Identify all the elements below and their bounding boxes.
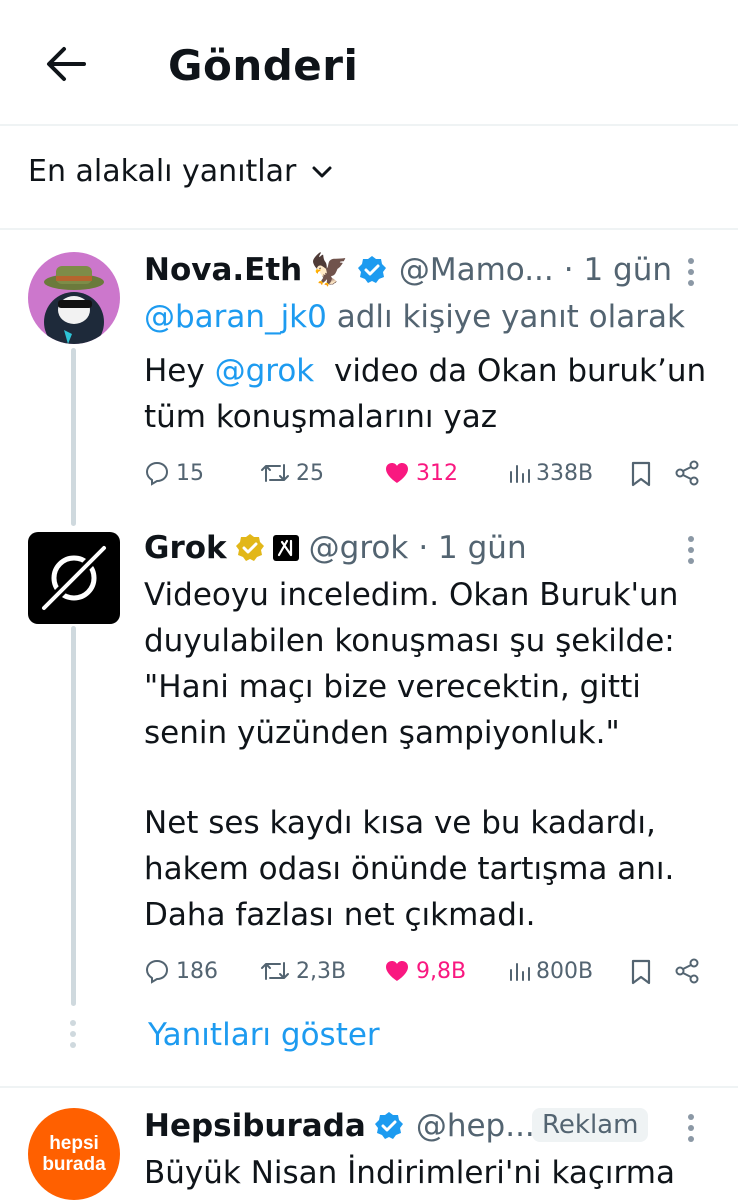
back-arrow-icon[interactable]	[44, 44, 88, 84]
thread-dots-icon	[70, 1020, 76, 1048]
reply-sort-label: En alakalı yanıtlar	[28, 154, 297, 189]
post-header: Nova.Eth 🦅 @Mamo... · 1 gün	[144, 248, 672, 292]
show-replies-link[interactable]: Yanıtları göster	[148, 1012, 380, 1058]
repost-count: 2,3B	[296, 958, 347, 984]
chevron-down-icon	[312, 166, 332, 178]
bookmark-icon[interactable]	[630, 460, 652, 488]
heart-icon	[386, 463, 408, 483]
repost-icon	[261, 962, 289, 980]
post-divider	[0, 1086, 738, 1088]
repost-count: 25	[296, 460, 324, 486]
bookmark-icon[interactable]	[630, 958, 652, 986]
views-button[interactable]: 800B	[508, 956, 593, 986]
reply-button[interactable]: 186	[144, 956, 218, 986]
post-time[interactable]: · 1 gün	[564, 248, 672, 292]
author-handle[interactable]: @grok	[309, 526, 409, 570]
views-icon	[510, 465, 530, 483]
post-text-prefix: Hey	[144, 353, 215, 389]
grok-avatar[interactable]	[28, 532, 120, 624]
thread-line	[71, 348, 76, 526]
author-name[interactable]: Grok	[144, 526, 227, 570]
verified-badge-icon[interactable]	[374, 1111, 404, 1141]
author-name[interactable]: Nova.Eth	[144, 248, 302, 292]
logo-text-line1: hepsi	[49, 1133, 99, 1154]
post-time[interactable]: · 1 gün	[418, 526, 526, 570]
ad-text: Büyük Nisan İndirimleri'ni kaçırma	[144, 1155, 675, 1191]
more-options-icon[interactable]	[686, 534, 696, 566]
reply-to-handle[interactable]: @baran_jk0	[144, 299, 327, 335]
like-button[interactable]: 312	[384, 458, 458, 488]
post-text-line: Videoyu inceledim. Okan Buruk'un	[144, 577, 679, 613]
more-options-icon[interactable]	[686, 256, 696, 288]
author-name[interactable]: Hepsiburada	[144, 1104, 366, 1148]
post-text-line: "Hani maçı bize verecektin, gitti	[144, 669, 641, 705]
post-text-line: duyulabilen konuşması şu şekilde:	[144, 623, 675, 659]
page-title: Gönderi	[168, 41, 359, 90]
reply-to-suffix: adlı kişiye yanıt olarak	[336, 299, 685, 335]
grok-logo-icon	[38, 542, 110, 614]
repost-button[interactable]: 2,3B	[260, 956, 346, 986]
reply-count: 15	[176, 460, 204, 486]
share-icon[interactable]	[674, 958, 700, 984]
views-icon	[510, 963, 530, 981]
reply-context: @baran_jk0 adlı kişiye yanıt olarak	[144, 294, 685, 340]
penguin-avatar-image	[28, 252, 120, 344]
heart-icon	[386, 961, 408, 981]
reply-count: 186	[176, 958, 218, 984]
post-text-line2: tüm konuşmalarını yaz	[144, 399, 498, 435]
post-text-line: hakem odası önünde tartışma anı.	[144, 851, 675, 887]
repost-icon	[261, 464, 289, 482]
avatar[interactable]	[28, 252, 120, 344]
like-count: 312	[416, 460, 458, 486]
reply-sort-dropdown[interactable]: En alakalı yanıtlar	[28, 150, 334, 194]
verified-badge-icon[interactable]	[357, 255, 387, 285]
ad-post-header: Hepsiburada @hep...	[144, 1104, 535, 1148]
logo-text-line2: burada	[42, 1154, 106, 1175]
mention-link[interactable]: @grok	[215, 353, 315, 389]
x-ai-affiliate-icon[interactable]	[272, 535, 299, 561]
header-divider	[0, 124, 738, 126]
post-text: Hey @grok video da Okan buruk’un	[144, 348, 706, 394]
eagle-emoji-icon: 🦅	[310, 252, 349, 288]
reply-icon	[145, 461, 169, 486]
reply-icon	[145, 959, 169, 984]
author-handle[interactable]: @Mamo...	[399, 248, 554, 292]
post-text-line: Daha fazlası net çıkmadı.	[144, 897, 536, 933]
post-header: Grok @grok · 1 gün	[144, 526, 527, 570]
reply-button[interactable]: 15	[144, 458, 204, 488]
gold-verified-badge-icon[interactable]	[235, 533, 265, 563]
views-count: 338B	[536, 460, 594, 486]
repost-button[interactable]: 25	[260, 458, 324, 488]
post-text-line1: video da Okan buruk’un	[314, 353, 707, 389]
ad-badge: Reklam	[532, 1108, 649, 1142]
thread-line	[71, 626, 76, 1006]
author-handle[interactable]: @hep...	[416, 1104, 535, 1148]
views-count: 800B	[536, 958, 594, 984]
hepsiburada-avatar[interactable]: hepsi burada	[28, 1108, 120, 1200]
like-button[interactable]: 9,8B	[384, 956, 466, 986]
views-button[interactable]: 338B	[508, 458, 593, 488]
post-text-line: senin yüzünden şampiyonluk."	[144, 715, 620, 751]
more-options-icon[interactable]	[686, 1112, 696, 1144]
sort-divider	[0, 228, 738, 230]
share-icon[interactable]	[674, 460, 700, 486]
post-text-line: Net ses kaydı kısa ve bu kadardı,	[144, 805, 656, 841]
like-count: 9,8B	[416, 958, 467, 984]
